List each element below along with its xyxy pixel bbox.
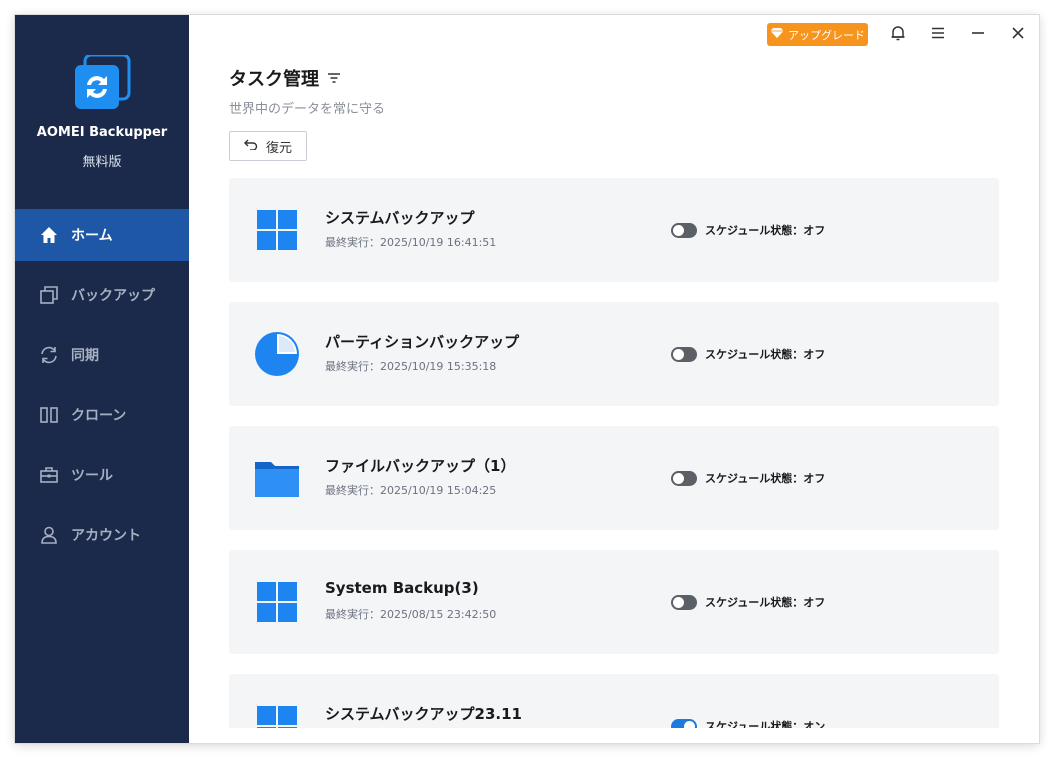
schedule-status-label: スケジュール状態：オフ bbox=[705, 348, 826, 361]
windows-icon bbox=[253, 578, 301, 626]
schedule-toggle[interactable] bbox=[671, 222, 697, 238]
task-last-run: 最終実行：2025/10/19 15:35:18 bbox=[325, 360, 497, 373]
schedule-status: スケジュール状態：オフ bbox=[671, 470, 825, 486]
sidebar-item-tools[interactable]: ツール bbox=[15, 449, 189, 501]
minimize-icon bbox=[970, 25, 986, 45]
schedule-toggle[interactable] bbox=[671, 346, 697, 362]
schedule-status: スケジュール状態：オフ bbox=[671, 346, 825, 362]
task-card[interactable]: システムバックアップ 最終実行：2025/10/19 16:41:51 スケジュ… bbox=[229, 178, 999, 282]
task-last-run: 最終実行：2025/10/19 16:41:51 bbox=[325, 236, 497, 249]
task-card[interactable]: System Backup(3) 最終実行：2025/08/15 23:42:5… bbox=[229, 550, 999, 654]
task-name: システムバックアップ bbox=[325, 209, 475, 227]
task-card[interactable]: パーティションバックアップ 最終実行：2025/10/19 15:35:18 ス… bbox=[229, 302, 999, 406]
sidebar-item-label: クローン bbox=[71, 408, 127, 424]
hamburger-menu-icon bbox=[930, 25, 946, 45]
diamond-icon bbox=[770, 27, 784, 42]
schedule-status: スケジュール状態：オフ bbox=[671, 594, 825, 610]
schedule-status-label: スケジュール状態：オフ bbox=[705, 472, 826, 485]
sidebar-item-label: バックアップ bbox=[71, 288, 155, 304]
partition-pie-icon bbox=[253, 330, 301, 378]
task-name: ファイルバックアップ（1） bbox=[325, 457, 516, 475]
upgrade-label: アップグレード bbox=[788, 28, 865, 42]
task-card[interactable]: ファイルバックアップ（1） 最終実行：2025/10/19 15:04:25 ス… bbox=[229, 426, 999, 530]
task-last-run: 最終実行：2025/08/15 23:42:50 bbox=[325, 608, 497, 621]
home-icon bbox=[39, 225, 59, 245]
schedule-status: スケジュール状態：オフ bbox=[671, 222, 825, 238]
task-name: システムバックアップ23.11 bbox=[325, 705, 522, 723]
task-card[interactable]: システムバックアップ23.11 スケジュール状態：オン bbox=[229, 674, 999, 728]
bell-icon bbox=[890, 25, 906, 45]
sidebar-item-account[interactable]: アカウント bbox=[15, 509, 189, 561]
sidebar: AOMEI Backupper 無料版 ホーム バックアップ 同期 クローン ツ… bbox=[15, 15, 189, 743]
task-name: System Backup(3) bbox=[325, 579, 479, 597]
schedule-toggle[interactable] bbox=[671, 718, 697, 728]
menu-button[interactable] bbox=[927, 24, 949, 46]
page-title: タスク管理 bbox=[229, 65, 341, 91]
app-window: AOMEI Backupper 無料版 ホーム バックアップ 同期 クローン ツ… bbox=[15, 15, 1039, 743]
task-name: パーティションバックアップ bbox=[325, 333, 520, 351]
schedule-status-label: スケジュール状態：オン bbox=[705, 720, 826, 728]
edition-label: 無料版 bbox=[82, 155, 122, 170]
schedule-toggle[interactable] bbox=[671, 594, 697, 610]
sidebar-item-clone[interactable]: クローン bbox=[15, 389, 189, 441]
close-icon bbox=[1010, 25, 1026, 45]
backup-icon bbox=[39, 285, 59, 305]
schedule-status: スケジュール状態：オン bbox=[671, 718, 825, 728]
filter-icon[interactable] bbox=[327, 68, 341, 89]
page-subtitle: 世界中のデータを常に守る bbox=[229, 102, 386, 117]
clone-icon bbox=[39, 405, 59, 425]
sidebar-item-label: アカウント bbox=[71, 528, 141, 544]
tools-icon bbox=[39, 465, 59, 485]
sidebar-item-sync[interactable]: 同期 bbox=[15, 329, 189, 381]
schedule-status-label: スケジュール状態：オフ bbox=[705, 224, 826, 237]
minimize-button[interactable] bbox=[967, 24, 989, 46]
restore-label: 復元 bbox=[265, 140, 292, 156]
account-icon bbox=[39, 525, 59, 545]
windows-icon bbox=[253, 702, 301, 728]
folder-icon bbox=[253, 454, 301, 502]
app-name: AOMEI Backupper bbox=[36, 125, 168, 140]
close-button[interactable] bbox=[1007, 24, 1029, 46]
sidebar-item-backup[interactable]: バックアップ bbox=[15, 269, 189, 321]
schedule-toggle[interactable] bbox=[671, 470, 697, 486]
sidebar-item-label: 同期 bbox=[71, 348, 99, 364]
app-logo bbox=[73, 53, 131, 113]
undo-icon bbox=[243, 138, 258, 154]
windows-icon bbox=[253, 206, 301, 254]
page-title-text: タスク管理 bbox=[229, 69, 319, 90]
sidebar-item-label: ホーム bbox=[71, 228, 113, 244]
sidebar-nav: ホーム バックアップ 同期 クローン ツール アカウント bbox=[15, 209, 189, 569]
restore-button[interactable]: 復元 bbox=[229, 131, 307, 161]
task-last-run: 最終実行：2025/10/19 15:04:25 bbox=[325, 484, 497, 497]
schedule-status-label: スケジュール状態：オフ bbox=[705, 596, 826, 609]
upgrade-button[interactable]: アップグレード bbox=[767, 23, 868, 46]
sidebar-item-label: ツール bbox=[71, 468, 113, 484]
notification-bell-button[interactable] bbox=[887, 24, 909, 46]
sidebar-item-home[interactable]: ホーム bbox=[15, 209, 189, 261]
sync-icon bbox=[39, 345, 59, 365]
task-list: システムバックアップ 最終実行：2025/10/19 16:41:51 スケジュ… bbox=[229, 178, 999, 728]
